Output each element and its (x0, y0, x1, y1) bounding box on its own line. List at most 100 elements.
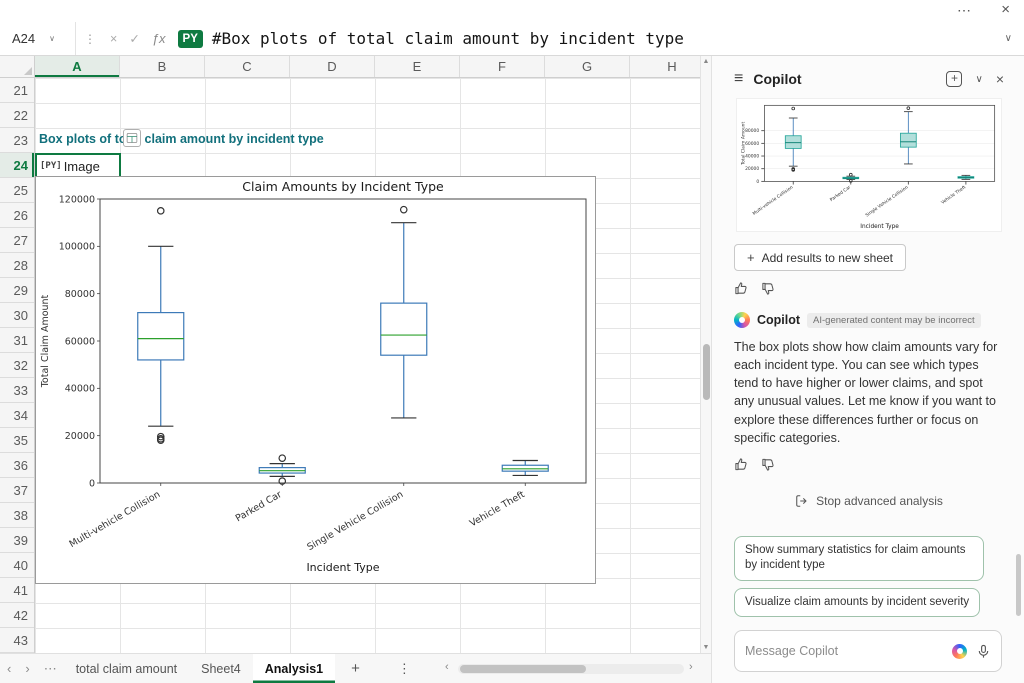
horizontal-scrollbar[interactable] (458, 664, 684, 674)
row-header-31[interactable]: 31 (0, 328, 34, 353)
sheet-grid[interactable]: Box plots of total claim amount by incid… (35, 78, 700, 653)
row-header-30[interactable]: 30 (0, 303, 34, 328)
row-header-26[interactable]: 26 (0, 203, 34, 228)
hscroll-right-icon[interactable]: › (689, 661, 693, 673)
py-object-icon: [PY] (40, 161, 62, 171)
vertical-scrollbar[interactable]: ▲ ▼ (700, 56, 711, 653)
column-headers: ABCDEFGH (35, 56, 700, 78)
row-header-28[interactable]: 28 (0, 253, 34, 278)
column-header-e[interactable]: E (375, 56, 460, 77)
row-header-42[interactable]: 42 (0, 603, 34, 628)
copilot-options-icon[interactable] (952, 644, 967, 659)
add-results-button[interactable]: + Add results to new sheet (734, 244, 906, 271)
row-header-22[interactable]: 22 (0, 103, 34, 128)
column-header-b[interactable]: B (120, 56, 205, 77)
formula-input[interactable]: #Box plots of total claim amount by inci… (212, 29, 684, 48)
svg-text:Total Claim Amount: Total Claim Amount (740, 122, 746, 166)
window-close-icon[interactable]: × (1001, 1, 1010, 18)
name-box-chevron-icon[interactable]: ∨ (49, 34, 55, 43)
suggestion-chip-severity[interactable]: Visualize claim amounts by incident seve… (734, 588, 980, 618)
thumbs-up-icon[interactable] (734, 457, 749, 472)
column-header-f[interactable]: F (460, 56, 545, 77)
copilot-panel: ≡ Copilot + ∨ × 020000400006000080000Tot… (711, 56, 1024, 683)
column-header-h[interactable]: H (630, 56, 700, 77)
insert-function-icon[interactable]: ƒx (152, 31, 166, 46)
close-panel-icon[interactable]: × (996, 71, 1004, 87)
row-header-39[interactable]: 39 (0, 528, 34, 553)
stop-analysis-button[interactable]: Stop advanced analysis (795, 494, 943, 508)
hscroll-left-icon[interactable]: ‹ (445, 661, 449, 673)
tabs-more-icon[interactable]: ⋯ (44, 661, 57, 677)
microphone-icon[interactable] (976, 644, 991, 659)
tabs-next-icon[interactable]: › (25, 661, 29, 676)
plus-icon: + (747, 250, 755, 265)
row-header-35[interactable]: 35 (0, 428, 34, 453)
copilot-chart-thumbnail[interactable]: 020000400006000080000Total Claim AmountM… (737, 99, 1001, 231)
copilot-message-input[interactable] (745, 644, 943, 658)
row-header-36[interactable]: 36 (0, 453, 34, 478)
cancel-entry-icon[interactable]: × (110, 32, 117, 46)
row-header-21[interactable]: 21 (0, 78, 34, 103)
row-header-43[interactable]: 43 (0, 628, 34, 653)
row-header-27[interactable]: 27 (0, 228, 34, 253)
window-more-icon[interactable]: ⋯ (957, 2, 972, 19)
column-header-a[interactable]: A (35, 56, 120, 77)
svg-text:120000: 120000 (59, 194, 95, 205)
row-header-37[interactable]: 37 (0, 478, 34, 503)
column-header-c[interactable]: C (205, 56, 290, 77)
row-header-41[interactable]: 41 (0, 578, 34, 603)
add-results-label: Add results to new sheet (762, 251, 893, 265)
tabs-prev-icon[interactable]: ‹ (7, 661, 11, 676)
window-titlebar: ⋯ × (0, 0, 1024, 22)
sheet-tab-bar: ‹ › ⋯ total claim amount Sheet4 Analysis… (0, 653, 711, 683)
python-card-icon[interactable] (123, 129, 141, 147)
row-header-40[interactable]: 40 (0, 553, 34, 578)
response-author: Copilot (757, 313, 800, 327)
scroll-up-icon[interactable]: ▲ (701, 58, 711, 65)
row-header-24[interactable]: 24 (0, 153, 34, 178)
column-header-d[interactable]: D (290, 56, 375, 77)
thumbs-up-icon[interactable] (734, 281, 749, 296)
suggestion-chip-summary-stats[interactable]: Show summary statistics for claim amount… (734, 536, 984, 581)
row-header-23[interactable]: 23 (0, 128, 34, 153)
vertical-scrollbar-thumb[interactable] (703, 344, 710, 400)
thumbs-down-icon[interactable] (761, 457, 776, 472)
sheet-tab-sheet4[interactable]: Sheet4 (189, 654, 253, 683)
formula-bar-expand-icon[interactable]: ∨ (1005, 33, 1012, 44)
row-header-33[interactable]: 33 (0, 378, 34, 403)
thumbs-down-icon[interactable] (761, 281, 776, 296)
row-header-34[interactable]: 34 (0, 403, 34, 428)
message-input-box (734, 630, 1002, 672)
menu-icon[interactable]: ≡ (734, 70, 743, 88)
row-header-38[interactable]: 38 (0, 503, 34, 528)
name-box[interactable]: A24 ∨ (0, 22, 76, 55)
copilot-scrollbar-thumb[interactable] (1016, 554, 1021, 616)
cell-a24-value: Image (64, 159, 100, 174)
sheet-tab-analysis1[interactable]: Analysis1 (253, 654, 335, 683)
add-sheet-icon[interactable]: + (351, 660, 360, 677)
column-header-g[interactable]: G (545, 56, 630, 77)
scroll-down-icon[interactable]: ▼ (701, 644, 711, 651)
feedback-row-2 (734, 457, 776, 472)
row-headers: 2122232425262728293031323334353637383940… (0, 78, 35, 653)
copilot-header: ≡ Copilot + ∨ × (734, 68, 1004, 90)
stop-analysis-label: Stop advanced analysis (816, 494, 943, 508)
exit-icon (795, 494, 809, 508)
svg-text:80000: 80000 (745, 128, 759, 134)
embedded-chart[interactable]: Claim Amounts by Incident Type0200004000… (35, 176, 596, 584)
formula-bar-vdots-icon: ⋮ (84, 32, 96, 46)
ai-disclaimer-badge: AI-generated content may be incorrect (807, 313, 981, 328)
svg-text:Claim Amounts by Incident Type: Claim Amounts by Incident Type (242, 179, 444, 194)
sheet-tab-total-claim-amount[interactable]: total claim amount (64, 654, 189, 683)
confirm-entry-icon[interactable]: ✓ (129, 31, 139, 46)
collapse-panel-icon[interactable]: ∨ (975, 74, 982, 85)
new-chat-icon[interactable]: + (946, 71, 962, 87)
row-header-29[interactable]: 29 (0, 278, 34, 303)
row-header-25[interactable]: 25 (0, 178, 34, 203)
boxplot-chart[interactable]: Claim Amounts by Incident Type0200004000… (36, 177, 595, 583)
sheet-options-icon[interactable]: ⋮ (398, 661, 411, 677)
chart-result-card[interactable]: 020000400006000080000Total Claim AmountM… (736, 98, 1002, 232)
horizontal-scrollbar-thumb[interactable] (460, 665, 586, 673)
row-header-32[interactable]: 32 (0, 353, 34, 378)
select-all-corner[interactable] (0, 56, 35, 78)
